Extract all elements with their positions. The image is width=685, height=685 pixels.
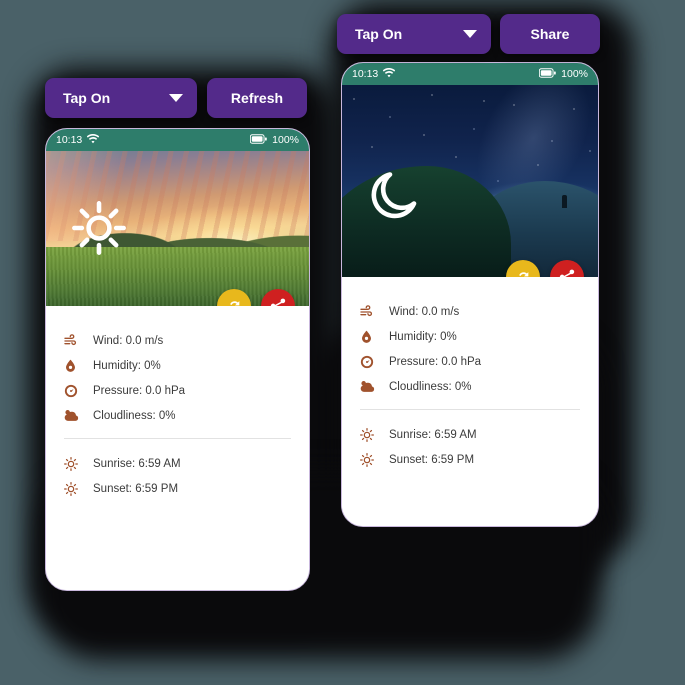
button-label: Share (530, 26, 570, 42)
humidity-icon (358, 328, 375, 345)
share-fab[interactable] (550, 260, 584, 277)
wind-icon (358, 303, 375, 320)
chevron-down-icon (463, 30, 477, 38)
weather-details-front: Wind: 0.0 m/s Humidity: 0% Pressure: 0.0… (46, 306, 309, 590)
battery-full-icon (249, 133, 267, 147)
hiker-silhouette (562, 194, 568, 208)
detail-row-humidity: Humidity: 0% (358, 324, 582, 349)
humidity-icon (62, 357, 79, 374)
detail-row-wind: Wind: 0.0 m/s (62, 328, 293, 353)
detail-row-pressure: Pressure: 0.0 hPa (358, 349, 582, 374)
detail-row-sunset: Sunset: 6:59 PM (358, 447, 582, 472)
status-time: 10:13 (352, 68, 379, 80)
button-label: Refresh (230, 90, 284, 106)
detail-value: Cloudliness: 0% (93, 409, 176, 422)
hero-image-day (46, 151, 309, 306)
moon-icon (370, 167, 426, 223)
detail-value: Sunrise: 6:59 AM (93, 457, 181, 470)
detail-row-sunset: Sunset: 6:59 PM (62, 476, 293, 501)
detail-value: Cloudliness: 0% (389, 380, 472, 393)
wifi-icon (87, 133, 100, 147)
device-front-day: 10:13 100% Wind: 0.0 m/s Humidity: 0% Pr… (45, 128, 310, 591)
detail-value: Sunset: 6:59 PM (93, 482, 179, 495)
pressure-icon (62, 382, 79, 399)
detail-row-sunrise: Sunrise: 6:59 AM (62, 451, 293, 476)
sun-icon (70, 199, 128, 257)
back-device-tap-on-dropdown[interactable]: Tap On (337, 14, 491, 54)
battery-level: 100% (561, 68, 588, 80)
detail-value: Sunset: 6:59 PM (389, 453, 475, 466)
wind-icon (62, 332, 79, 349)
chevron-down-icon (169, 94, 183, 102)
detail-value: Pressure: 0.0 hPa (93, 384, 186, 397)
share-fab[interactable] (261, 289, 295, 306)
detail-value: Wind: 0.0 m/s (389, 305, 460, 318)
action-buttons-back (506, 260, 584, 277)
detail-value: Pressure: 0.0 hPa (389, 355, 482, 368)
detail-value: Sunrise: 6:59 AM (389, 428, 477, 441)
detail-row-cloudliness: Cloudliness: 0% (358, 374, 582, 399)
sunset-icon (62, 480, 79, 497)
device-back-night: 10:13 100% Wind: 0.0 m/s Humidity: 0% Pr… (341, 62, 599, 527)
front-device-tap-on-dropdown[interactable]: Tap On (45, 78, 197, 118)
detail-row-humidity: Humidity: 0% (62, 353, 293, 378)
sunset-icon (358, 451, 375, 468)
battery-level: 100% (272, 134, 299, 146)
action-buttons-front (217, 289, 295, 306)
sunrise-icon (62, 455, 79, 472)
status-bar-front: 10:13 100% (46, 129, 309, 151)
status-bar-back: 10:13 100% (342, 63, 598, 85)
hero-image-night (342, 85, 598, 277)
weather-details-back: Wind: 0.0 m/s Humidity: 0% Pressure: 0.0… (342, 277, 598, 526)
front-device-refresh-button[interactable]: Refresh (207, 78, 307, 118)
sunrise-icon (358, 426, 375, 443)
detail-row-pressure: Pressure: 0.0 hPa (62, 378, 293, 403)
refresh-fab[interactable] (217, 289, 251, 306)
detail-row-sunrise: Sunrise: 6:59 AM (358, 422, 582, 447)
dropdown-label: Tap On (63, 90, 111, 106)
dropdown-label: Tap On (355, 26, 403, 42)
cloud-icon (358, 378, 375, 395)
back-device-share-button[interactable]: Share (500, 14, 600, 54)
details-divider (360, 409, 580, 410)
detail-value: Humidity: 0% (93, 359, 161, 372)
status-time: 10:13 (56, 134, 83, 146)
cloud-icon (62, 407, 79, 424)
battery-full-icon (538, 67, 556, 81)
detail-value: Wind: 0.0 m/s (93, 334, 164, 347)
details-divider (64, 438, 291, 439)
detail-row-cloudliness: Cloudliness: 0% (62, 403, 293, 428)
pressure-icon (358, 353, 375, 370)
detail-row-wind: Wind: 0.0 m/s (358, 299, 582, 324)
refresh-fab[interactable] (506, 260, 540, 277)
detail-value: Humidity: 0% (389, 330, 457, 343)
wifi-icon (383, 67, 396, 81)
